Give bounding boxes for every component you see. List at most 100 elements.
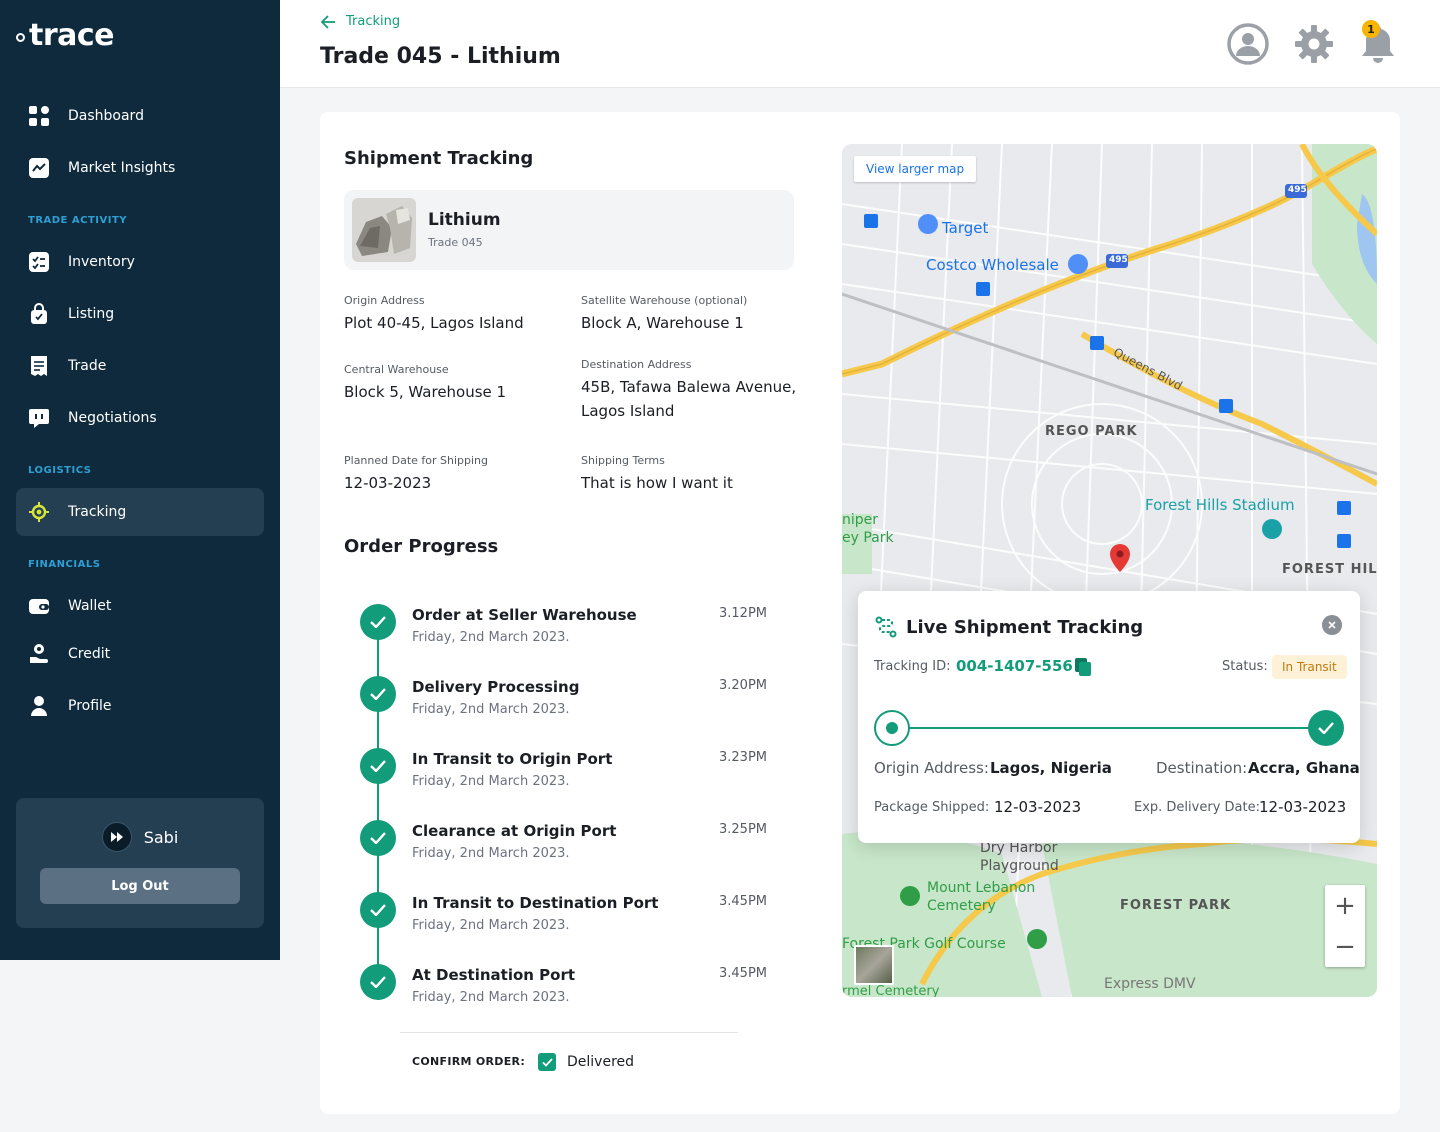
step-title: In Transit to Destination Port: [412, 894, 659, 912]
sidebar-item-tracking[interactable]: Tracking: [16, 488, 264, 536]
sidebar-item-label: Market Insights: [68, 160, 176, 176]
sidebar-item-label: Tracking: [68, 504, 127, 520]
user-row: Sabi: [16, 822, 264, 852]
sidebar-item-listing[interactable]: Listing: [16, 290, 264, 338]
zoom-in-button[interactable]: +: [1325, 885, 1365, 926]
target-icon: [28, 501, 50, 523]
delivered-checkbox[interactable]: [538, 1053, 556, 1071]
account-button[interactable]: [1226, 22, 1270, 66]
step-date: Friday, 2nd March 2023.: [412, 918, 570, 933]
step-title: Order at Seller Warehouse: [412, 606, 637, 624]
map-label-target: Target: [942, 219, 989, 237]
map-label-forest-hills: FOREST HIL: [1282, 562, 1377, 577]
delivery-date-label: Exp. Delivery Date:: [1134, 800, 1260, 815]
section-logistics: LOGISTICS: [28, 465, 92, 476]
step-time: 3.45PM: [719, 894, 768, 909]
check-icon: [360, 604, 396, 640]
sidebar-item-credit[interactable]: Credit: [16, 630, 264, 678]
origin-dot-icon: [886, 722, 898, 734]
map-label-stadium: Forest Hills Stadium: [1145, 496, 1295, 514]
settings-button[interactable]: [1292, 22, 1336, 66]
map-label-mount-lebanon: Mount Lebanon: [927, 880, 1036, 896]
map-view[interactable]: View larger map Target Costco Wholesale …: [842, 144, 1377, 997]
sidebar-item-wallet[interactable]: Wallet: [16, 582, 264, 630]
destination-value: Accra, Ghana: [1248, 759, 1360, 777]
sidebar-item-dashboard[interactable]: Dashboard: [16, 92, 264, 140]
sidebar-item-inventory[interactable]: Inventory: [16, 238, 264, 286]
progress-step: In Transit to Destination Port Friday, 2…: [360, 892, 780, 952]
zoom-controls: + −: [1325, 885, 1365, 967]
avatar: [101, 822, 132, 852]
check-icon: [360, 964, 396, 1000]
hand-coin-icon: [28, 643, 50, 665]
map-label-cemetery: Cemetery: [927, 898, 996, 914]
satellite-toggle[interactable]: [854, 945, 894, 985]
notifications-button[interactable]: 1: [1356, 20, 1400, 66]
step-time: 3.20PM: [719, 678, 768, 693]
sidebar-item-label: Inventory: [68, 254, 135, 270]
progress-step: At Destination Port Friday, 2nd March 20…: [360, 964, 780, 1024]
satellite-warehouse-value: Block A, Warehouse 1: [581, 314, 744, 332]
notification-badge: 1: [1362, 20, 1380, 38]
planned-date-label: Planned Date for Shipping: [344, 454, 489, 467]
brand-logo[interactable]: trace: [16, 18, 115, 53]
check-icon: [360, 676, 396, 712]
origin-address-value: Plot 40-45, Lagos Island: [344, 314, 524, 332]
step-date: Friday, 2nd March 2023.: [412, 774, 570, 789]
map-label-juniper: niper: [842, 512, 879, 528]
origin-marker: [874, 710, 910, 746]
package-shipped-value: 12-03-2023: [994, 798, 1082, 816]
back-link[interactable]: Tracking: [320, 14, 400, 29]
step-time: 3.12PM: [719, 606, 768, 621]
close-button[interactable]: [1322, 615, 1342, 635]
section-financials: FINANCIALS: [28, 559, 101, 570]
planned-date-value: 12-03-2023: [344, 474, 432, 492]
satellite-warehouse-label: Satellite Warehouse (optional): [581, 294, 748, 307]
step-date: Friday, 2nd March 2023.: [412, 846, 570, 861]
order-progress-title: Order Progress: [344, 536, 499, 557]
central-warehouse-value: Block 5, Warehouse 1: [344, 383, 507, 401]
sidebar-item-profile[interactable]: Profile: [16, 682, 264, 730]
check-icon: [360, 820, 396, 856]
live-tracking-card: Live Shipment Tracking Tracking ID: 004-…: [858, 591, 1360, 843]
check-icon: [360, 892, 396, 928]
map-label-juniper-park: ey Park: [842, 530, 894, 546]
sidebar-item-label: Listing: [68, 306, 115, 322]
sidebar-item-market-insights[interactable]: Market Insights: [16, 144, 264, 192]
wallet-icon: [28, 595, 50, 617]
user-name: Sabi: [143, 827, 179, 847]
tracking-id-value: 004-1407-556: [956, 657, 1073, 675]
step-date: Friday, 2nd March 2023.: [412, 702, 570, 717]
chat-icon: [28, 407, 50, 429]
destination-address-label: Destination Address: [581, 358, 692, 371]
package-shipped-label: Package Shipped:: [874, 800, 990, 815]
chart-icon: [28, 157, 50, 179]
step-date: Friday, 2nd March 2023.: [412, 630, 570, 645]
map-label-rmel-cemetery: rmel Cemetery: [842, 984, 940, 997]
section-trade-activity: TRADE ACTIVITY: [28, 215, 128, 226]
logout-button[interactable]: Log Out: [40, 868, 240, 904]
back-link-label: Tracking: [346, 14, 401, 29]
sidebar-item-trade[interactable]: Trade: [16, 342, 264, 390]
sidebar-item-negotiations[interactable]: Negotiations: [16, 394, 264, 442]
shipping-terms-value: That is how I want it: [581, 474, 733, 492]
sidebar: trace Dashboard Market Insights TRADE AC…: [0, 0, 280, 960]
status-badge: In Transit: [1272, 655, 1347, 679]
zoom-out-button[interactable]: −: [1325, 926, 1365, 967]
delivered-label: Delivered: [567, 1054, 635, 1070]
sidebar-item-label: Credit: [68, 646, 111, 662]
view-larger-map-link[interactable]: View larger map: [854, 156, 977, 182]
step-title: Clearance at Origin Port: [412, 822, 617, 840]
destination-label: Destination:: [1156, 759, 1248, 777]
page-title: Trade 045 - Lithium: [320, 44, 561, 69]
map-label-forest-park: FOREST PARK: [1120, 898, 1232, 913]
origin-address-label: Origin Address: [344, 294, 425, 307]
person-icon: [28, 695, 50, 717]
destination-marker: [1308, 710, 1344, 746]
close-icon: [1328, 621, 1336, 629]
shipping-terms-label: Shipping Terms: [581, 454, 665, 467]
progress-step: In Transit to Origin Port Friday, 2nd Ma…: [360, 748, 780, 808]
progress-step: Delivery Processing Friday, 2nd March 20…: [360, 676, 780, 736]
copy-icon[interactable]: [1074, 657, 1092, 677]
delivery-date-value: 12-03-2023: [1259, 798, 1347, 816]
